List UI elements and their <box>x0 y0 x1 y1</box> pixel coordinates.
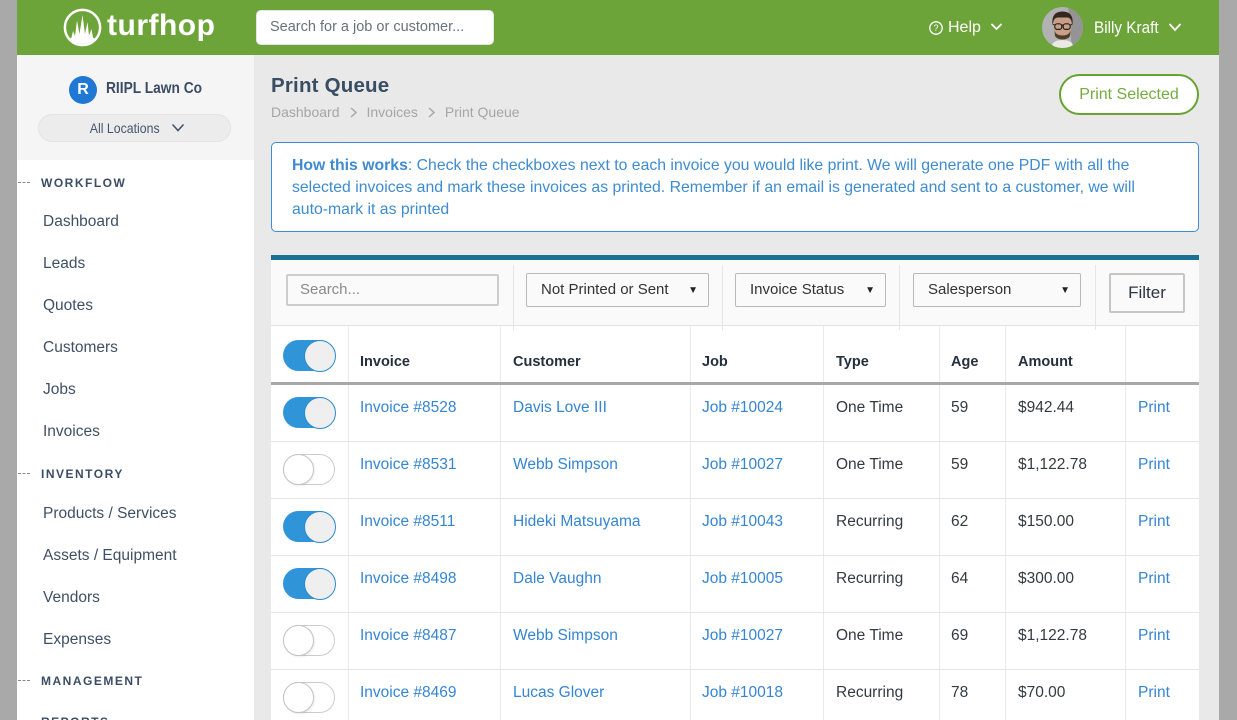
svg-text:?: ? <box>933 23 938 33</box>
